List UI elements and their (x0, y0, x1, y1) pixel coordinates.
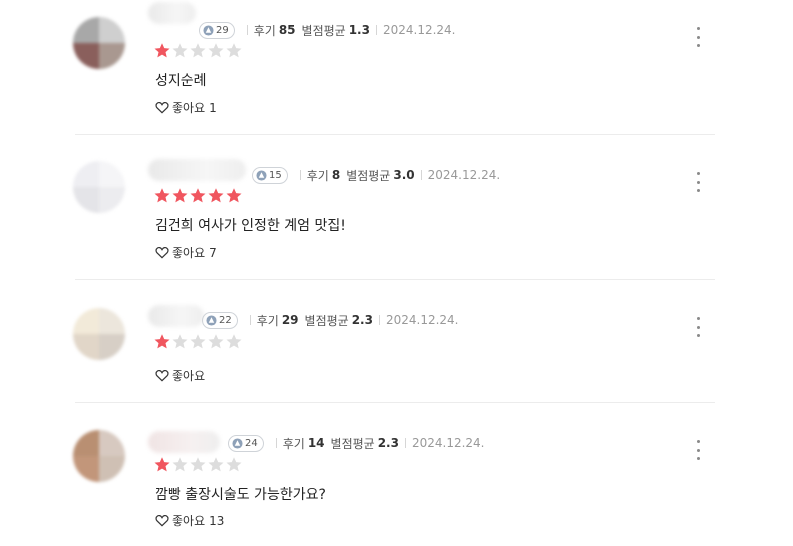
level-icon (206, 314, 217, 326)
review-date: 2024.12.24. (411, 436, 485, 450)
like-label: 좋아요 (172, 101, 206, 115)
divider (75, 279, 715, 280)
avg-rating-label: 별점평균 (304, 313, 349, 328)
like-count: 7 (209, 245, 217, 260)
star-filled-icon (226, 188, 242, 203)
review-date: 2024.12.24. (385, 313, 459, 327)
star-filled-icon (154, 188, 170, 203)
like-label: 좋아요 (172, 369, 206, 383)
like-label: 좋아요 (172, 246, 206, 260)
heart-icon (155, 101, 169, 114)
level-value: 24 (245, 437, 258, 449)
star-empty-icon (190, 334, 206, 349)
like-button[interactable]: 좋아요 13 (155, 512, 224, 529)
level-icon (232, 437, 243, 449)
star-empty-icon (226, 43, 242, 58)
avg-rating-label: 별점평균 (301, 23, 346, 38)
username-blurred[interactable] (148, 431, 220, 453)
star-empty-icon (208, 43, 224, 58)
heart-icon (155, 514, 169, 527)
star-filled-icon (154, 43, 170, 58)
level-badge: 24 (228, 434, 264, 452)
review-text: 성지순례 (155, 73, 207, 89)
review-count-label: 후기 (256, 313, 279, 328)
avg-rating-label: 별점평균 (346, 168, 391, 183)
level-badge: 15 (252, 166, 288, 184)
level-icon (203, 24, 214, 36)
star-empty-icon (226, 457, 242, 472)
like-count: 13 (209, 513, 225, 528)
star-empty-icon (190, 457, 206, 472)
heart-icon (155, 246, 169, 259)
review-count-label: 후기 (282, 436, 305, 451)
like-button[interactable]: 좋아요 (155, 367, 205, 384)
avg-rating-value: 1.3 (348, 23, 370, 37)
review-text: 김건희 여사가 인정한 계엄 맛집! (155, 218, 346, 234)
star-empty-icon (172, 457, 188, 472)
review-list: 29 후기 85 별점평균 1.3 2024.12.24. 성지순례 좋아요 1 (0, 0, 793, 546)
star-empty-icon (172, 43, 188, 58)
review-meta: 22 후기 29 별점평균 2.3 2024.12.24. (202, 311, 459, 329)
avatar[interactable] (73, 430, 125, 482)
star-empty-icon (172, 334, 188, 349)
more-options-icon[interactable] (690, 25, 706, 49)
heart-icon (155, 369, 169, 382)
review-count-value: 8 (331, 168, 341, 182)
level-value: 15 (269, 169, 282, 181)
star-filled-icon (190, 188, 206, 203)
star-filled-icon (208, 188, 224, 203)
username-blurred[interactable] (148, 159, 246, 181)
avg-rating-label: 별점평균 (330, 436, 375, 451)
star-rating (153, 456, 243, 473)
level-icon (256, 169, 267, 181)
star-empty-icon (208, 334, 224, 349)
review-meta: 29 후기 85 별점평균 1.3 2024.12.24. (199, 21, 456, 39)
review-meta: 24 후기 14 별점평균 2.3 2024.12.24. (228, 434, 485, 452)
more-options-icon[interactable] (690, 315, 706, 339)
avg-rating-value: 2.3 (377, 436, 399, 450)
review-count-label: 후기 (253, 23, 276, 38)
review-meta: 15 후기 8 별점평균 3.0 2024.12.24. (252, 166, 500, 184)
review-date: 2024.12.24. (382, 23, 456, 37)
star-rating (153, 42, 243, 59)
level-badge: 29 (199, 21, 235, 39)
more-options-icon[interactable] (690, 438, 706, 462)
level-value: 22 (219, 314, 232, 326)
avg-rating-value: 3.0 (393, 168, 415, 182)
star-filled-icon (172, 188, 188, 203)
star-rating (153, 187, 243, 204)
like-count: 1 (209, 100, 217, 115)
star-empty-icon (190, 43, 206, 58)
star-empty-icon (226, 334, 242, 349)
review-text: 깜빵 출장시술도 가능한가요? (155, 487, 326, 503)
avg-rating-value: 2.3 (351, 313, 373, 327)
star-filled-icon (154, 334, 170, 349)
review-count-value: 85 (278, 23, 296, 37)
level-value: 29 (216, 24, 229, 36)
username-blurred[interactable] (148, 2, 196, 24)
star-filled-icon (154, 457, 170, 472)
divider (75, 134, 715, 135)
review-count-label: 후기 (306, 168, 329, 183)
review-count-value: 14 (307, 436, 325, 450)
like-button[interactable]: 좋아요 1 (155, 99, 217, 116)
avatar[interactable] (73, 308, 125, 360)
divider (75, 402, 715, 403)
review-date: 2024.12.24. (427, 168, 501, 182)
like-button[interactable]: 좋아요 7 (155, 244, 217, 261)
level-badge: 22 (202, 311, 238, 329)
avatar[interactable] (73, 17, 125, 69)
star-empty-icon (208, 457, 224, 472)
review-count-value: 29 (281, 313, 299, 327)
avatar[interactable] (73, 161, 125, 213)
more-options-icon[interactable] (690, 170, 706, 194)
star-rating (153, 333, 243, 350)
like-label: 좋아요 (172, 514, 206, 528)
username-blurred[interactable] (148, 305, 204, 327)
